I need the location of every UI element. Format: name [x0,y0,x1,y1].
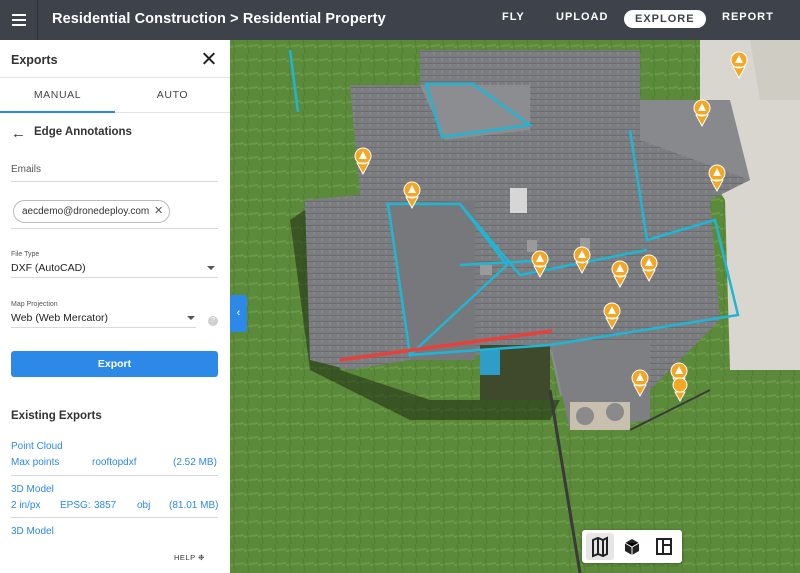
divider [11,517,218,518]
breadcrumb[interactable]: Residential Construction > Residential P… [52,11,386,27]
remove-email-icon[interactable]: ✕ [154,201,163,222]
3d-view-icon[interactable] [618,533,646,560]
export-detail: obj [137,500,151,511]
export-size: (81.01 MB) [169,500,219,511]
nav-upload[interactable]: UPLOAD [556,11,608,23]
help-question-icon[interactable]: ? [208,316,218,326]
tab-manual[interactable]: MANUAL [0,78,115,113]
emails-label: Emails [11,164,42,175]
projection-label: Map Projection [11,301,58,308]
email-chip-text: aecdemo@dronedeploy.com [22,206,150,217]
file-type-label: File Type [11,251,40,258]
export-size: (2.52 MB) [173,457,217,468]
nav-report[interactable]: REPORT [722,11,774,23]
file-type-select[interactable]: DXF (AutoCAD) [11,262,86,274]
tabs: MANUAL AUTO [0,77,230,113]
export-button[interactable]: Export [11,351,218,377]
nav-fly[interactable]: FLY [502,11,525,23]
file-type-underline [11,277,218,278]
emails-underline [11,181,218,182]
view-mode-toolbar [582,530,682,563]
export-name[interactable]: 3D Model [11,484,54,495]
section-title: Edge Annotations [34,126,132,138]
projection-underline [11,327,196,328]
split-view-icon[interactable] [650,533,678,560]
email-chip[interactable]: aecdemo@dronedeploy.com ✕ [13,200,171,223]
exports-panel: Exports MANUAL AUTO ← Edge Annotations E… [0,40,230,573]
export-detail: Max points [11,457,60,468]
map-view-icon[interactable] [586,533,614,560]
panel-title: Exports [11,53,58,67]
projection-select[interactable]: Web (Web Mercator) [11,312,108,324]
export-detail: EPSG: [60,500,91,511]
export-detail: 2 in/px [11,500,41,511]
chevron-down-icon[interactable] [187,316,195,320]
top-bar: Residential Construction > Residential P… [0,0,800,40]
divider [11,475,218,476]
export-detail: rooftopdxf [92,457,137,468]
tab-auto[interactable]: AUTO [115,78,230,113]
help-icon: ❉ [198,553,205,562]
map-view[interactable] [230,40,800,573]
chevron-down-icon[interactable] [207,266,215,270]
menu-icon[interactable] [0,0,38,40]
email-field-underline [11,228,218,229]
aerial-map[interactable] [230,40,800,573]
export-name[interactable]: 3D Model [11,526,54,537]
help-link[interactable]: HELP ❉ [174,553,205,562]
existing-exports-title: Existing Exports [11,410,102,422]
export-name[interactable]: Point Cloud [11,441,63,452]
nav-explore[interactable]: EXPLORE [624,10,706,28]
export-detail: 3857 [94,500,117,511]
collapse-panel-button[interactable]: ‹ [230,295,247,332]
close-icon[interactable] [200,50,218,68]
back-arrow-icon[interactable]: ← [11,125,26,142]
help-label: HELP [174,553,196,562]
